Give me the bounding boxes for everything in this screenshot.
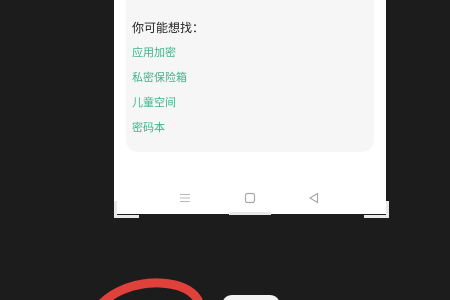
screen-stage: 你可能想找： 应用加密 私密保险箱 儿童空间 密码本: [0, 0, 450, 300]
navigation-bar: [114, 186, 386, 210]
suggestion-card-title: 你可能想找：: [132, 21, 205, 35]
suggestion-link-kids-space[interactable]: 儿童空间: [132, 96, 176, 110]
suggestion-link-password-book[interactable]: 密码本: [132, 121, 165, 135]
red-scribble-mark: [99, 278, 203, 300]
white-object-edge: [222, 295, 280, 300]
home-square-icon: [244, 192, 256, 204]
suggestion-link-app-encryption[interactable]: 应用加密: [132, 46, 176, 60]
home-button[interactable]: [242, 190, 258, 206]
frame-bottom-tick: [229, 212, 271, 215]
frame-corner-right: [364, 201, 389, 218]
menu-icon: [180, 194, 190, 202]
frame-corner-left: [114, 201, 139, 218]
suggestion-link-private-safe[interactable]: 私密保险箱: [132, 71, 187, 85]
menu-button[interactable]: [177, 190, 193, 206]
back-triangle-icon: [309, 192, 319, 204]
back-button[interactable]: [306, 190, 322, 206]
